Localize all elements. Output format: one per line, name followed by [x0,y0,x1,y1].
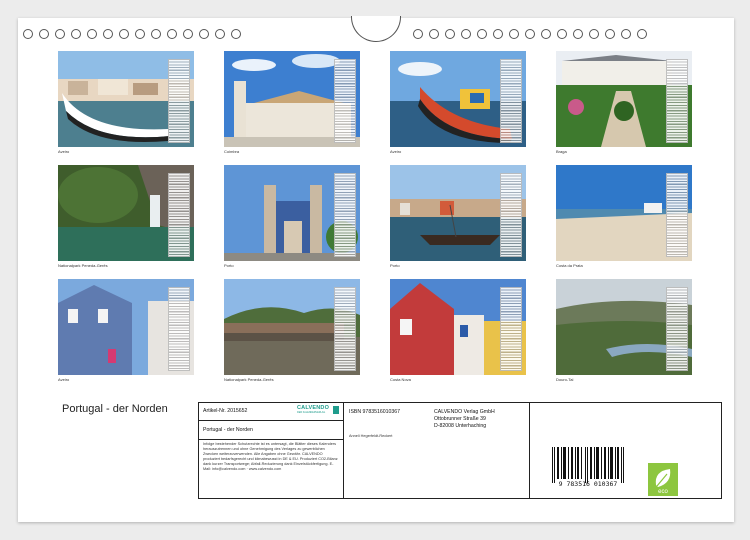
isbn: ISBN 9783516010367 [349,409,401,415]
caption: Aveiro [58,377,70,382]
caption: Nationalpark Peneda-Gerês [58,263,108,268]
barcode-number: 9 783516 010367 [558,480,618,488]
caption: Douro-Tal [556,377,574,382]
product-title: Portugal - der Norden [203,427,253,433]
publisher-name: CALVENDO Verlag GmbH [434,409,495,415]
photo-peneda-geres-granaries [224,279,360,375]
photo-aveiro-moliceiro [390,51,526,147]
caption: Porto [224,263,234,268]
publisher-city: D-82008 Unterhaching [434,423,487,429]
author: Anneli Hegerfeldt-Reckert [349,434,393,438]
photo-douro-valley [556,279,692,375]
caption: Aveiro [58,149,70,154]
photo-aveiro-tiled-house [58,279,194,375]
photo-coimbra-university [224,51,360,147]
photo-porto-church [224,165,360,261]
photo-aveiro-canal [58,51,194,147]
product-info-box: Artikel-Nr. 2015652 CALVENDO DER KALENDE… [198,402,722,499]
publisher-street: Ottobrunner Straße 39 [434,416,486,422]
calendar-back-page: Aveiro Coimbra Aveiro Braga Nationalpark… [18,16,734,522]
caption: Porto [390,263,400,268]
caption: Coimbra [224,149,240,154]
caption: Costa da Prata [556,263,583,268]
caption: Nationalpark Peneda-Gerês [224,377,274,382]
eco-badge: eco [648,463,678,496]
article-number: Artikel-Nr. 2015652 [203,408,248,414]
calvendo-logo: CALVENDO DER KALENDERVERLAG [297,405,339,417]
barcode: 9 783516 010367 [548,447,628,488]
binding-rings-left [23,29,241,41]
caption: Braga [556,149,567,154]
legal-text: Infolge bestehender Schutzrechte ist es … [203,442,338,471]
hanger-cutout [351,16,401,42]
calendar-title: Portugal - der Norden [62,403,168,415]
caption: Costa Nova [390,377,411,382]
photo-braga-garden [556,51,692,147]
binding-rings-right [413,29,647,41]
caption: Aveiro [390,149,402,154]
photo-costa-nova-houses [390,279,526,375]
photo-costa-da-prata-beach [556,165,692,261]
photo-porto-river [390,165,526,261]
photo-peneda-geres-waterfall [58,165,194,261]
